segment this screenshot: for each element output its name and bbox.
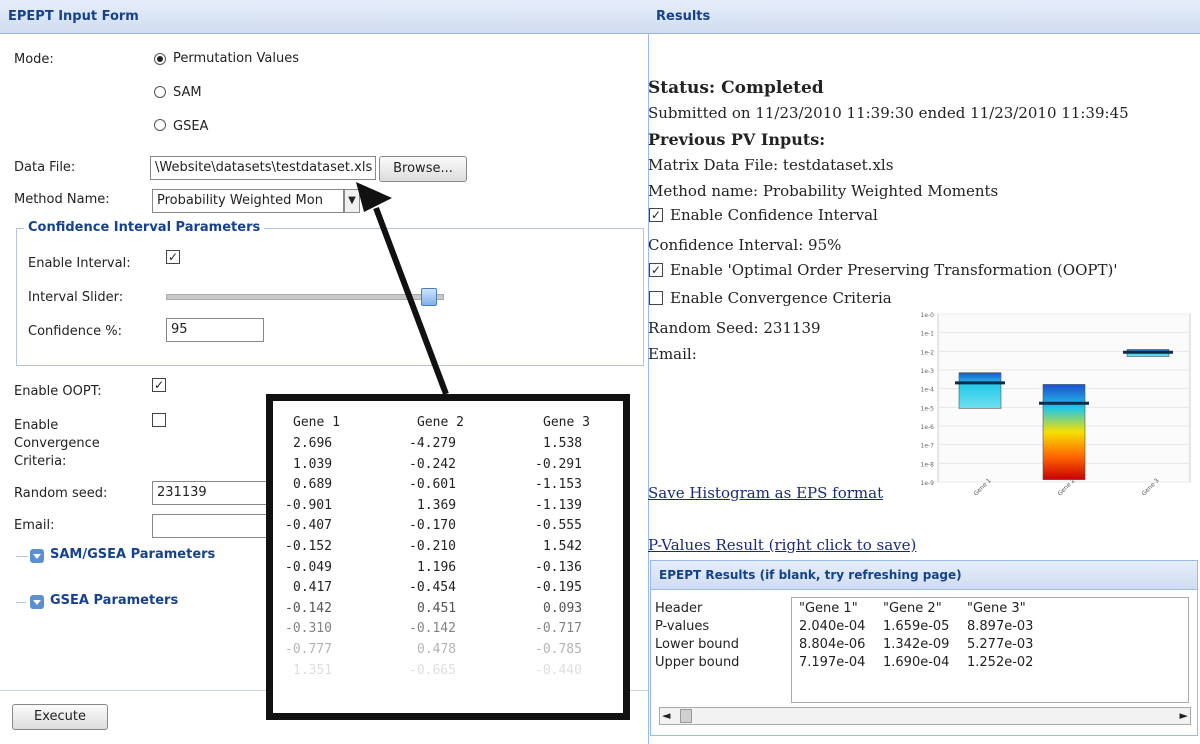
table-cell: -0.454 bbox=[409, 580, 456, 596]
table-cell: 1.542 bbox=[543, 539, 583, 554]
table-cell: -0.777 bbox=[285, 642, 332, 657]
table-cell: 1.039 bbox=[293, 456, 333, 472]
table-cell: 0.093 bbox=[543, 600, 583, 616]
table-cell: -0.210 bbox=[409, 539, 456, 554]
arrow-shaft bbox=[373, 206, 449, 396]
table-cell: -0.407 bbox=[285, 518, 332, 534]
table-cell: 1.351 bbox=[293, 662, 333, 678]
table-cell: 1.196 bbox=[417, 559, 457, 575]
table-header-cell: Gene 2 bbox=[417, 415, 464, 430]
table-cell: -0.665 bbox=[409, 662, 456, 678]
dataset-preview-callout: Gene 1 Gene 2 Gene 3 2.696 -4.279 1.538 1.039… bbox=[266, 394, 630, 720]
table-cell: -0.901 bbox=[285, 497, 332, 513]
table-header-cell: Gene 1 bbox=[293, 415, 340, 430]
table-cell: -0.242 bbox=[409, 456, 456, 472]
table-cell: 1.369 bbox=[417, 497, 457, 513]
table-cell: -0.440 bbox=[535, 662, 582, 678]
table-cell: 1.538 bbox=[543, 436, 583, 451]
table-cell: 0.478 bbox=[417, 642, 457, 657]
table-cell: -0.601 bbox=[409, 477, 456, 493]
table-cell: -0.142 bbox=[409, 621, 456, 637]
arrow-head bbox=[356, 182, 392, 212]
table-cell: -1.139 bbox=[535, 497, 582, 513]
table-cell: -0.136 bbox=[535, 559, 582, 575]
table-cell: -0.555 bbox=[535, 518, 582, 534]
table-cell: -0.785 bbox=[535, 642, 582, 657]
table-cell: -0.049 bbox=[285, 559, 332, 575]
table-cell: -1.153 bbox=[535, 477, 582, 493]
table-cell: 2.696 bbox=[293, 436, 333, 451]
table-cell: -0.142 bbox=[285, 600, 332, 616]
table-cell: 0.417 bbox=[293, 580, 333, 596]
table-cell: -0.717 bbox=[535, 621, 582, 637]
table-header-cell: Gene 3 bbox=[543, 415, 590, 430]
table-cell: -0.310 bbox=[285, 621, 332, 637]
table-cell: 0.689 bbox=[293, 477, 333, 493]
table-cell: -4.279 bbox=[409, 436, 456, 451]
table-cell: -0.291 bbox=[535, 456, 582, 472]
table-cell: -0.152 bbox=[285, 539, 332, 554]
table-cell: -0.195 bbox=[535, 580, 582, 596]
table-cell: -0.170 bbox=[409, 518, 456, 534]
table-cell: 0.451 bbox=[417, 600, 457, 616]
